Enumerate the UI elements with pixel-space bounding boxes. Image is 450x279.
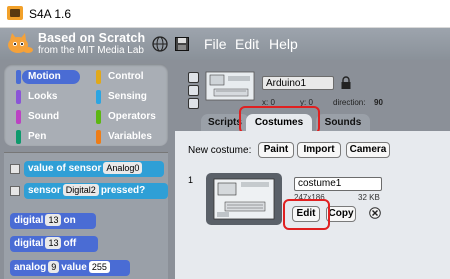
delete-costume-icon[interactable]	[369, 207, 381, 219]
flip-left-right-button[interactable]	[188, 85, 199, 96]
sprite-thumbnail-icon	[205, 71, 255, 101]
sensor-checkbox-2[interactable]	[10, 186, 20, 196]
block-digital-off[interactable]: digital 13 off	[10, 236, 98, 252]
sprite-direction-value: 90	[374, 98, 383, 107]
scratch-cat-logo-icon	[8, 33, 33, 53]
costumes-tab-highlight	[239, 106, 320, 134]
block-digital-on[interactable]: digital 13 on	[10, 213, 96, 229]
block-analog-value[interactable]: analog 9 value 255	[10, 260, 130, 276]
edit-button-highlight	[283, 199, 330, 230]
menu-edit[interactable]: Edit	[235, 36, 259, 52]
no-rotate-button[interactable]	[188, 98, 199, 109]
digital-pin-dropdown-1[interactable]: 13	[45, 214, 62, 227]
window-title: S4A 1.6	[29, 7, 72, 21]
digital-pin-dropdown-2[interactable]: 13	[45, 237, 62, 250]
analog-pin-dropdown[interactable]: 9	[48, 261, 60, 274]
category-variables[interactable]: Variables	[96, 130, 160, 144]
costume-index: 1	[188, 175, 194, 185]
sensor-pin-dropdown[interactable]: Digital2	[62, 184, 99, 197]
import-button[interactable]: Import	[297, 142, 341, 158]
lock-icon[interactable]	[340, 76, 352, 90]
costume-file-size: 32 KB	[358, 193, 380, 202]
block-sensor-pressed[interactable]: sensor Digital2 pressed?	[24, 183, 168, 199]
sensor-dropdown[interactable]: Analog0	[103, 162, 143, 175]
category-sensing[interactable]: Sensing	[96, 90, 160, 104]
logo-title: Based on Scratch	[38, 31, 146, 45]
arduino-board-image	[213, 178, 275, 220]
block-list: value of sensor Analog0 sensor Digital2 pre…	[4, 152, 168, 279]
menu-help[interactable]: Help	[269, 36, 298, 52]
menu-file[interactable]: File	[204, 36, 227, 52]
rotate-freely-button[interactable]	[188, 72, 199, 83]
camera-button[interactable]: Camera	[346, 142, 390, 158]
menu-bar: Based on Scratch from the MIT Media Lab …	[0, 28, 450, 60]
logo-subtitle: from the MIT Media Lab	[38, 45, 144, 56]
category-sound[interactable]: Sound	[16, 110, 80, 124]
category-motion[interactable]: Motion	[16, 70, 80, 84]
new-costume-label: New costume:	[188, 145, 252, 156]
window-title-bar: S4A 1.6	[0, 0, 450, 28]
category-operators[interactable]: Operators	[96, 110, 160, 124]
costume-name-input[interactable]: costume1	[294, 177, 382, 191]
sprite-direction-label: direction:	[333, 98, 366, 107]
category-pen[interactable]: Pen	[16, 130, 80, 144]
app-window: S4A 1.6 Based on Scratch from the MIT Me…	[0, 0, 450, 279]
category-looks[interactable]: Looks	[16, 90, 80, 104]
category-selector: Motion Control Looks Sensing Sound Opera…	[4, 64, 168, 146]
paint-button[interactable]: Paint	[258, 142, 294, 158]
copy-costume-button[interactable]: Copy	[326, 206, 356, 222]
sprite-name-input[interactable]: Arduino1	[262, 76, 334, 90]
tab-sounds[interactable]: Sounds	[316, 114, 370, 131]
s4a-app-icon	[7, 6, 23, 20]
save-icon[interactable]	[174, 36, 190, 52]
category-control[interactable]: Control	[96, 70, 160, 84]
globe-icon[interactable]	[152, 36, 168, 52]
sensor-checkbox-1[interactable]	[10, 164, 20, 174]
block-value-of-sensor[interactable]: value of sensor Analog0	[24, 161, 164, 177]
analog-value-input[interactable]: 255	[88, 261, 110, 274]
